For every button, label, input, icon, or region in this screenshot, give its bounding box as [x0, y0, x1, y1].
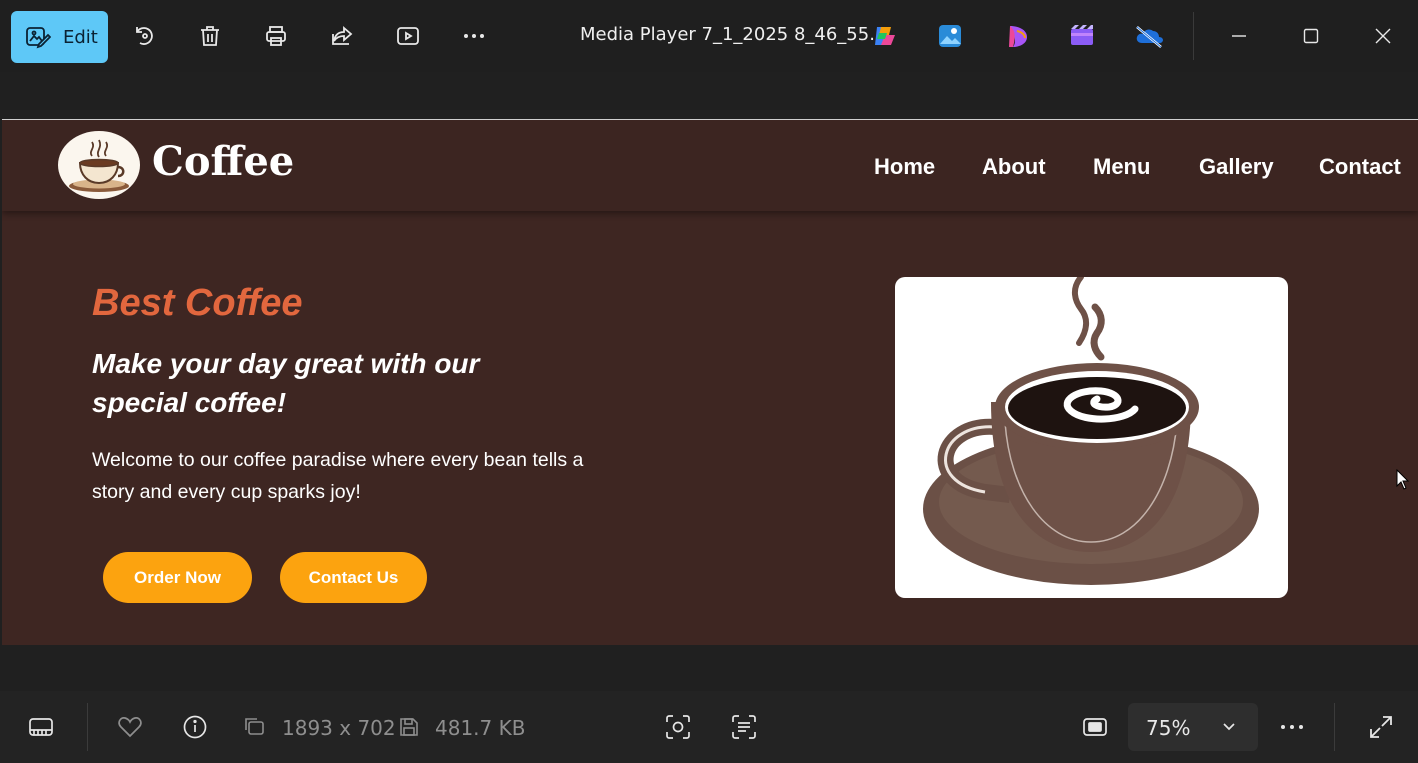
toolbar-divider	[1193, 12, 1194, 60]
filmstrip-icon[interactable]	[28, 714, 54, 740]
save-disk-icon	[400, 718, 418, 736]
mouse-cursor-icon	[1396, 469, 1410, 490]
info-icon[interactable]	[182, 714, 208, 740]
share-icon	[332, 26, 353, 45]
hero-tagline: Best Coffee	[92, 282, 303, 324]
window-title: Media Player 7_1_2025 8_46_55...	[580, 24, 887, 45]
more-icon	[464, 34, 484, 38]
minimize-icon	[1232, 35, 1246, 37]
zoom-dropdown[interactable]: 75%	[1128, 703, 1258, 751]
copilot-icon[interactable]	[871, 23, 897, 49]
file-size: 481.7 KB	[435, 716, 526, 740]
coffee-cup-image	[895, 277, 1288, 598]
print-icon	[266, 26, 286, 46]
dimensions-icon	[245, 718, 264, 735]
slideshow-icon	[397, 27, 419, 45]
print-button[interactable]	[252, 12, 300, 60]
more-icon[interactable]	[1279, 714, 1305, 740]
photos-app-window: Edit Media Player 7_1_2025 8_46_55... Co…	[0, 0, 1418, 763]
nav-gallery[interactable]: Gallery	[1199, 154, 1274, 180]
rotate-icon	[136, 27, 153, 45]
website-screenshot: Coffee Home About Menu Gallery Contact B…	[2, 119, 1418, 645]
contact-us-button[interactable]: Contact Us	[280, 552, 427, 603]
nav-home[interactable]: Home	[874, 154, 935, 180]
maximize-icon	[1303, 28, 1319, 44]
close-button[interactable]	[1365, 18, 1401, 54]
nav-menu[interactable]: Menu	[1093, 154, 1150, 180]
bottom-divider	[1334, 703, 1335, 751]
rotate-button[interactable]	[120, 12, 168, 60]
image-canvas[interactable]: Coffee Home About Menu Gallery Contact B…	[0, 72, 1418, 691]
image-dimensions: 1893 x 702	[282, 716, 396, 740]
coffee-logo	[58, 131, 140, 199]
text-extract-icon[interactable]	[731, 714, 757, 740]
maximize-button[interactable]	[1293, 18, 1329, 54]
edit-button[interactable]: Edit	[11, 11, 108, 63]
visual-search-icon[interactable]	[665, 714, 691, 740]
favorite-icon[interactable]	[117, 714, 143, 740]
delete-button[interactable]	[186, 12, 234, 60]
chevron-down-icon	[1223, 723, 1235, 731]
share-button[interactable]	[318, 12, 366, 60]
slideshow-button[interactable]	[384, 12, 432, 60]
edit-icon	[26, 27, 51, 49]
site-brand[interactable]: Coffee	[152, 138, 294, 185]
more-options-button[interactable]	[450, 12, 498, 60]
nav-contact[interactable]: Contact	[1319, 154, 1401, 180]
order-now-button[interactable]: Order Now	[103, 552, 252, 603]
edit-label: Edit	[63, 26, 98, 48]
bottom-divider	[87, 703, 88, 751]
clipchamp-icon[interactable]	[1069, 23, 1095, 49]
hero-title: Make your day great with our special cof…	[92, 348, 480, 418]
photos-icon[interactable]	[937, 23, 963, 49]
nav-about[interactable]: About	[982, 154, 1046, 180]
minimize-button[interactable]	[1221, 18, 1257, 54]
full-screen-icon[interactable]	[1368, 714, 1394, 740]
top-toolbar: Edit Media Player 7_1_2025 8_46_55...	[0, 0, 1418, 72]
close-icon	[1375, 28, 1391, 44]
site-header: Coffee Home About Menu Gallery Contact	[2, 120, 1418, 211]
delete-icon	[201, 26, 219, 46]
actual-size-icon[interactable]	[1082, 714, 1108, 740]
zoom-value: 75%	[1146, 716, 1191, 740]
hero-description: Welcome to our coffee paradise where eve…	[92, 449, 584, 503]
designer-icon[interactable]	[1005, 23, 1031, 49]
onedrive-icon[interactable]	[1134, 23, 1164, 49]
bottom-status-bar: 1893 x 702 481.7 KB 75%	[0, 691, 1418, 763]
